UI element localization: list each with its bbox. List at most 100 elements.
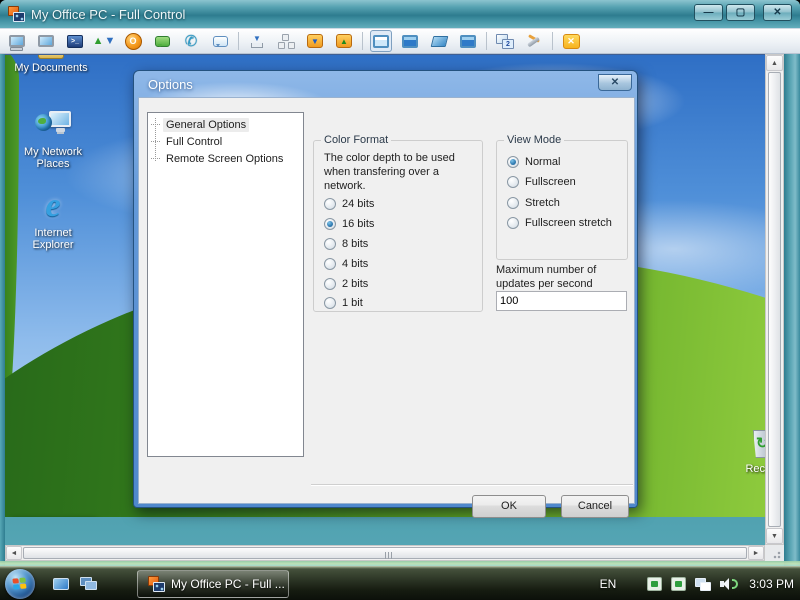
tree-item-remote-screen-options[interactable]: Remote Screen Options [148,150,303,167]
remote-control-icon[interactable] [6,30,28,52]
toolbar-separator [552,32,553,50]
close-button[interactable]: ✕ [763,4,792,21]
tray-remote-app-icon-1[interactable] [647,577,663,591]
recycle-bin-icon: ↻ [750,428,765,460]
icon-label: Recycle [745,463,765,475]
show-desktop-icon[interactable] [53,577,69,590]
taskbar-button-my-office-pc[interactable]: My Office PC - Full ... [137,569,289,598]
radio-1-bit[interactable]: 1 bit [324,297,363,309]
radio-stretch[interactable]: Stretch [507,197,560,209]
app-icon [148,575,165,592]
radio-button[interactable] [324,278,336,290]
options-dialog-titlebar[interactable]: Options [134,71,637,97]
radio-button-selected[interactable] [324,218,336,230]
settings-tools-icon[interactable] [523,30,545,52]
desktop-icon-internet-explorer[interactable]: e Internet Explorer [15,187,91,252]
tray-network-icon[interactable] [695,577,712,591]
send-keys-icon[interactable] [275,30,297,52]
radio-fullscreen[interactable]: Fullscreen [507,176,576,188]
normal-view-icon[interactable] [370,30,392,52]
radio-normal[interactable]: Normal [507,156,560,168]
radio-16-bits[interactable]: 16 bits [324,218,374,230]
radio-button[interactable] [507,176,519,188]
radio-button[interactable] [507,197,519,209]
cancel-button[interactable]: Cancel [561,495,629,518]
maximize-button[interactable]: ▢ [726,4,755,21]
desktop-icon-recycle-bin[interactable]: ↻ Recycle [732,428,765,475]
power-options-icon[interactable]: O [122,30,144,52]
disconnect-icon[interactable]: ✕ [560,30,582,52]
fullscreen-stretch-view-icon[interactable] [457,30,479,52]
internet-explorer-icon: e [45,187,61,224]
select-monitor-icon[interactable]: 2 [494,30,516,52]
switch-windows-icon[interactable] [80,577,97,590]
window-title: My Office PC - Full Control [31,6,186,22]
radio-button[interactable] [324,238,336,250]
view-screen-icon[interactable] [35,30,57,52]
tray-volume-icon[interactable] [720,577,739,591]
scroll-right-icon[interactable]: ► [748,546,764,560]
host-quick-launch [53,577,97,590]
radio-8-bits[interactable]: 8 bits [324,238,368,250]
scrollbar-corner [765,545,784,561]
vertical-scroll-thumb[interactable] [768,72,781,527]
host-taskbar: My Office PC - Full ... EN 3:03 PM [0,566,800,600]
tree-connector [151,124,160,125]
host-clock[interactable]: 3:03 PM [749,577,794,591]
radio-button-selected[interactable] [507,156,519,168]
file-transfer-icon[interactable]: ▲ ▼ [93,30,116,52]
window-titlebar[interactable]: My Office PC - Full Control — ▢ ✕ [0,0,800,28]
radio-fullscreen-stretch[interactable]: Fullscreen stretch [507,217,612,229]
tree-item-full-control[interactable]: Full Control [148,133,303,150]
install-download-icon[interactable]: ▼ [246,30,268,52]
app-icon [8,6,25,22]
radio-button[interactable] [324,198,336,210]
vertical-scrollbar[interactable]: ▲ ▼ [765,54,784,545]
horizontal-scroll-thumb[interactable] [23,547,747,559]
horizontal-scrollbar[interactable]: ◄ ► [5,545,765,561]
icon-label: My Documents [14,62,88,74]
color-format-description: The color depth to be used when transfer… [324,152,455,192]
radio-24-bits[interactable]: 24 bits [324,198,374,210]
toolbar-separator [486,32,487,50]
options-category-tree: General Options Full Control Remote Scre… [147,112,304,457]
scroll-down-icon[interactable]: ▼ [766,528,783,544]
radio-button[interactable] [324,258,336,270]
ok-button[interactable]: OK [472,495,546,518]
options-dialog-title: Options [148,76,193,92]
radio-2-bits[interactable]: 2 bits [324,278,368,290]
icon-label: Internet Explorer [32,227,74,251]
command-prompt-icon[interactable]: >_ [64,30,86,52]
chat-icon[interactable] [151,30,173,52]
my-documents-icon [38,55,64,59]
dialog-separator [311,484,633,485]
scroll-up-icon[interactable]: ▲ [766,55,783,71]
tray-remote-app-icon-2[interactable] [671,577,687,591]
host-language-indicator[interactable]: EN [600,577,617,591]
tree-item-general-options[interactable]: General Options [148,116,303,133]
desktop-icon-my-documents[interactable]: My Documents [13,55,89,74]
radio-4-bits[interactable]: 4 bits [324,258,368,270]
view-mode-legend: View Mode [504,134,565,146]
max-updates-input[interactable] [496,291,627,311]
start-orb[interactable] [5,568,35,599]
my-network-places-icon [35,111,71,143]
options-dialog-close-button[interactable]: ✕ [598,74,632,91]
toolbar: >_ ▲ ▼ O ✆ ▼ ▼ ▲ 2 ✕ [0,28,800,54]
window-controls: — ▢ ✕ [694,4,792,21]
voice-call-icon[interactable]: ✆ [180,30,202,52]
fullscreen-view-icon[interactable] [399,30,421,52]
scroll-left-icon[interactable]: ◄ [6,546,22,560]
stretch-view-icon[interactable] [428,30,450,52]
screen: My Office PC - Full Control — ▢ ✕ >_ ▲ ▼ … [0,0,800,600]
send-message-icon[interactable] [209,30,231,52]
send-files-icon[interactable]: ▲ [333,30,355,52]
desktop-icon-my-network-places[interactable]: My Network Places [15,111,91,170]
radio-button[interactable] [507,217,519,229]
receive-files-icon[interactable]: ▼ [304,30,326,52]
radio-button[interactable] [324,297,336,309]
minimize-button[interactable]: — [694,4,723,21]
tree-connector [151,158,160,159]
tree-connector [151,141,160,142]
max-updates-label: Maximum number of updates per second [496,264,597,290]
